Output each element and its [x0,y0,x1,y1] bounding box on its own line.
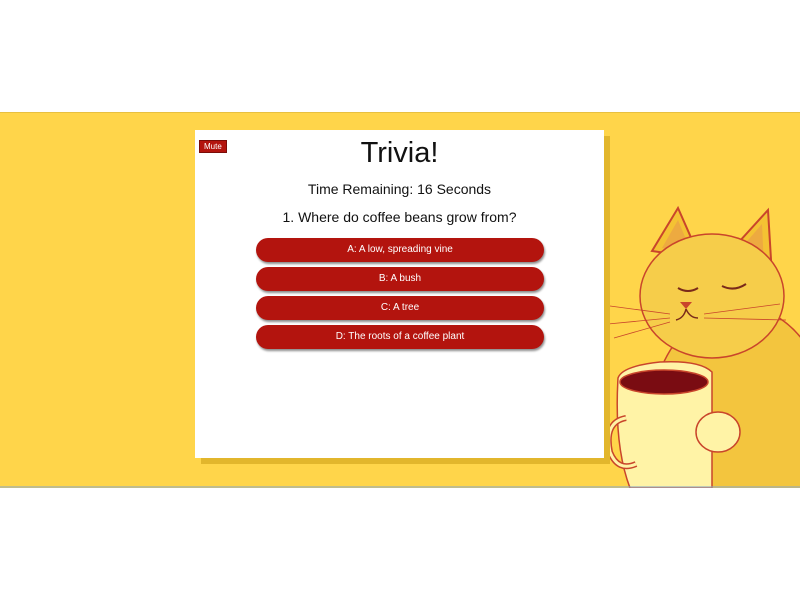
page: Mute Trivia! Time Remaining: 16 Seconds … [0,0,800,600]
band-divider [0,486,800,488]
answer-button-c[interactable]: C: A tree [256,296,544,320]
answer-button-d[interactable]: D: The roots of a coffee plant [256,325,544,349]
cat-with-coffee-mug-illustration [605,205,800,488]
answer-button-b[interactable]: B: A bush [256,267,544,291]
page-title: Trivia! [360,137,439,169]
question-text: 1. Where do coffee beans grow from? [282,209,517,225]
answer-list: A: A low, spreading vine B: A bush C: A … [256,238,544,354]
answer-button-a[interactable]: A: A low, spreading vine [256,238,544,262]
time-remaining-text: Time Remaining: 16 Seconds [307,181,492,197]
trivia-card: Mute Trivia! Time Remaining: 16 Seconds … [195,130,604,458]
